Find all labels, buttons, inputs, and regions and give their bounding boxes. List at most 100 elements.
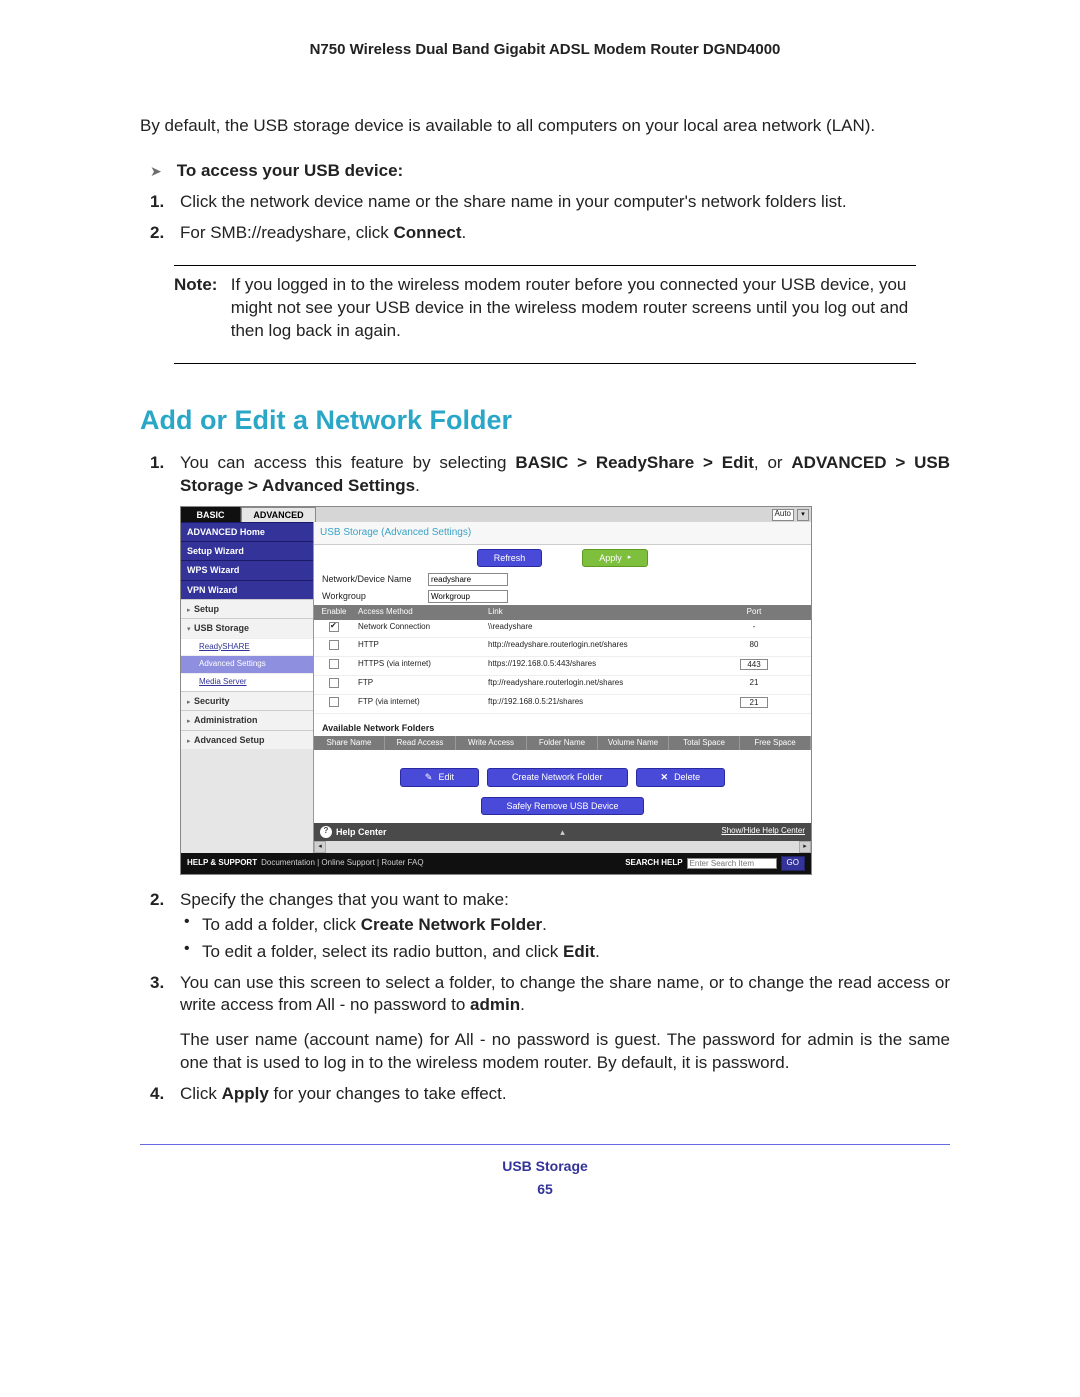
access-port: 21 bbox=[724, 695, 784, 713]
note-rule-bottom bbox=[174, 363, 916, 364]
step-4-b: Apply bbox=[222, 1084, 269, 1103]
search-help-input[interactable] bbox=[687, 858, 777, 869]
chevron-right-icon: ▸ bbox=[187, 737, 194, 746]
folders-grid-header: Share Name Read Access Write Access Fold… bbox=[314, 736, 811, 751]
access-method: Network Connection bbox=[354, 620, 484, 638]
create-folder-button[interactable]: Create Network Folder bbox=[487, 768, 628, 786]
chevron-right-icon: ▸ bbox=[187, 698, 194, 707]
step-3-followup: The user name (account name) for All - n… bbox=[180, 1029, 950, 1075]
chevron-right-icon: ➤ bbox=[150, 162, 172, 181]
col-enable: Enable bbox=[314, 605, 354, 620]
step-4-a: Click bbox=[180, 1084, 222, 1103]
step-3: 3. You can use this screen to select a f… bbox=[180, 972, 950, 1076]
intro-paragraph: By default, the USB storage device is av… bbox=[140, 115, 950, 138]
access-method: FTP (via internet) bbox=[354, 695, 484, 713]
workgroup-label: Workgroup bbox=[322, 590, 422, 602]
col-port: Port bbox=[724, 605, 784, 620]
go-button[interactable]: GO bbox=[781, 856, 805, 871]
col-share: Share Name bbox=[314, 736, 385, 751]
tab-basic[interactable]: BASIC bbox=[181, 507, 241, 522]
document-title: N750 Wireless Dual Band Gigabit ADSL Mod… bbox=[140, 40, 950, 60]
access-step-2-b: Connect bbox=[394, 223, 462, 242]
pencil-icon: ✎ bbox=[425, 771, 433, 783]
port-field[interactable]: 443 bbox=[740, 659, 768, 670]
tab-advanced[interactable]: ADVANCED bbox=[241, 507, 316, 522]
enable-checkbox[interactable] bbox=[329, 659, 339, 669]
step-3-c: . bbox=[520, 995, 525, 1014]
sidebar-item-administration[interactable]: ▸Administration bbox=[181, 710, 313, 729]
col-folder: Folder Name bbox=[527, 736, 598, 751]
enable-checkbox[interactable] bbox=[329, 640, 339, 650]
access-link: http://readyshare.routerlogin.net/shares bbox=[484, 638, 724, 656]
access-link: ftp://readyshare.routerlogin.net/shares bbox=[484, 676, 724, 694]
chevron-down-icon[interactable]: ▾ bbox=[797, 509, 809, 521]
access-step-2-a: For SMB://readyshare, click bbox=[180, 223, 394, 242]
step-4: 4. Click Apply for your changes to take … bbox=[180, 1083, 950, 1106]
sidebar-security-label: Security bbox=[194, 696, 230, 706]
help-center-label: Help Center bbox=[336, 826, 387, 838]
chevron-right-icon[interactable]: ▸ bbox=[799, 841, 811, 853]
col-volume: Volume Name bbox=[598, 736, 669, 751]
procedure-heading-text: To access your USB device: bbox=[177, 161, 403, 180]
procedure-heading: ➤ To access your USB device: bbox=[150, 160, 950, 183]
router-screenshot: BASIC ADVANCED Auto ▾ ADVANCED Home Setu… bbox=[180, 506, 812, 875]
support-label: HELP & SUPPORT bbox=[187, 858, 257, 869]
chevron-right-icon: ▸ bbox=[187, 717, 194, 726]
access-method: HTTP bbox=[354, 638, 484, 656]
col-read: Read Access bbox=[385, 736, 456, 751]
sidebar-item-advanced-setup[interactable]: ▸Advanced Setup bbox=[181, 730, 313, 749]
enable-checkbox[interactable] bbox=[329, 697, 339, 707]
chevron-left-icon[interactable]: ◂ bbox=[314, 841, 326, 853]
enable-checkbox[interactable] bbox=[329, 678, 339, 688]
chevron-up-icon[interactable]: ▴ bbox=[560, 826, 565, 838]
port-field[interactable]: 21 bbox=[740, 697, 768, 708]
table-row: FTP (via internet)ftp://192.168.0.5:21/s… bbox=[314, 695, 811, 714]
network-name-field[interactable] bbox=[428, 573, 508, 586]
sidebar-item-setup[interactable]: ▸Setup bbox=[181, 599, 313, 618]
col-write: Write Access bbox=[456, 736, 527, 751]
step-2-text: Specify the changes that you want to mak… bbox=[180, 890, 509, 909]
chevron-right-icon: ▸ bbox=[628, 553, 632, 562]
network-name-label: Network/Device Name bbox=[322, 573, 422, 585]
sidebar-item-vpn-wizard[interactable]: VPN Wizard bbox=[181, 580, 313, 599]
step-1-a: You can access this feature by selecting bbox=[180, 453, 515, 472]
refresh-button[interactable]: Refresh bbox=[477, 549, 543, 567]
safe-remove-button[interactable]: Safely Remove USB Device bbox=[481, 797, 643, 815]
chevron-down-icon: ▾ bbox=[187, 625, 194, 634]
table-row: HTTPhttp://readyshare.routerlogin.net/sh… bbox=[314, 638, 811, 657]
show-hide-help-link[interactable]: Show/Hide Help Center bbox=[721, 826, 805, 837]
enable-checkbox[interactable] bbox=[329, 622, 339, 632]
language-select[interactable]: Auto bbox=[772, 509, 794, 521]
sidebar-item-advanced-settings[interactable]: Advanced Settings bbox=[181, 655, 313, 673]
access-step-2-c: . bbox=[462, 223, 467, 242]
apply-button[interactable]: Apply ▸ bbox=[582, 549, 648, 567]
bullet-add-folder: To add a folder, click Create Network Fo… bbox=[180, 914, 950, 937]
footer-title: USB Storage bbox=[140, 1157, 950, 1176]
sidebar-item-advanced-home[interactable]: ADVANCED Home bbox=[181, 522, 313, 541]
help-center-bar[interactable]: ? Help Center ▴ Show/Hide Help Center bbox=[314, 823, 811, 841]
sidebar-item-media-server[interactable]: Media Server bbox=[181, 673, 313, 691]
chevron-right-icon: ▸ bbox=[187, 606, 194, 615]
main-panel: USB Storage (Advanced Settings) Refresh … bbox=[313, 522, 811, 853]
sidebar-item-wps-wizard[interactable]: WPS Wizard bbox=[181, 560, 313, 579]
apply-label: Apply bbox=[599, 552, 622, 564]
sidebar-item-usb-storage[interactable]: ▾USB Storage bbox=[181, 618, 313, 637]
col-method: Access Method bbox=[354, 605, 484, 620]
step-4-c: for your changes to take effect. bbox=[269, 1084, 507, 1103]
panel-title: USB Storage (Advanced Settings) bbox=[314, 522, 811, 545]
access-port: 21 bbox=[724, 676, 784, 694]
sidebar-item-security[interactable]: ▸Security bbox=[181, 691, 313, 710]
delete-folder-button[interactable]: ✕Delete bbox=[636, 768, 726, 786]
step-1: 1. You can access this feature by select… bbox=[180, 452, 950, 498]
workgroup-field[interactable] bbox=[428, 590, 508, 603]
note-label: Note: bbox=[174, 274, 226, 297]
sidebar-item-setup-wizard[interactable]: Setup Wizard bbox=[181, 541, 313, 560]
sidebar-usb-label: USB Storage bbox=[194, 623, 249, 633]
edit-folder-button[interactable]: ✎Edit bbox=[400, 768, 479, 786]
table-row: FTPftp://readyshare.routerlogin.net/shar… bbox=[314, 676, 811, 695]
help-icon: ? bbox=[320, 826, 332, 838]
support-links[interactable]: Documentation | Online Support | Router … bbox=[261, 858, 423, 869]
note-block: Note: If you logged in to the wireless m… bbox=[140, 274, 950, 343]
horizontal-scrollbar[interactable]: ◂ ▸ bbox=[314, 841, 811, 853]
sidebar-item-readyshare[interactable]: ReadySHARE bbox=[181, 638, 313, 656]
